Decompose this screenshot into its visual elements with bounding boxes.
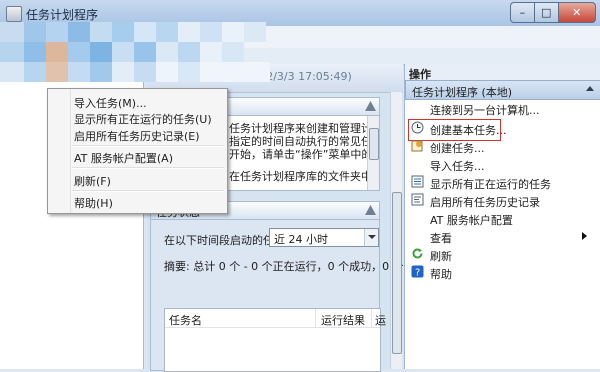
column-divider: [371, 309, 372, 327]
context-menu: 导入任务(M)... 显示所有正在运行的任务(U) 启用所有任务历史记录(E) …: [47, 88, 228, 214]
action-label: 显示所有正在运行的任务: [430, 178, 551, 191]
menu-separator: [72, 167, 224, 169]
menu-separator: [72, 190, 224, 192]
actions-section-header[interactable]: 任务计划程序 (本地): [405, 80, 600, 100]
close-button[interactable]: ✕: [557, 2, 596, 23]
action-enable-history[interactable]: 启用所有任务历史记录: [405, 191, 600, 209]
menu-item-refresh[interactable]: 刷新(F): [74, 173, 111, 189]
menu-gutter: [70, 89, 71, 213]
list-icon: [411, 175, 424, 188]
action-label: 创建任务...: [430, 142, 485, 155]
window-controls: – □ ✕: [510, 2, 596, 23]
history-icon: [411, 193, 424, 206]
actions-pane: 操作 任务计划程序 (本地) 连接到另一台计算机... 创建基本任务... 创建…: [404, 64, 600, 369]
menu-item-at-service[interactable]: AT 服务帐户配置(A): [74, 150, 173, 166]
collapse-icon[interactable]: [365, 101, 376, 111]
help-icon: ?: [411, 265, 424, 279]
action-connect-computer[interactable]: 连接到另一台计算机...: [405, 99, 600, 117]
collapse-up-icon[interactable]: [586, 86, 594, 91]
action-create-task[interactable]: 创建任务...: [405, 137, 600, 155]
time-range-value: 近 24 小时: [274, 233, 328, 246]
maximize-button[interactable]: □: [533, 2, 558, 23]
action-help[interactable]: ? 帮助: [405, 263, 600, 281]
action-refresh[interactable]: 刷新: [405, 245, 600, 263]
action-label: AT 服务帐户配置: [430, 214, 513, 227]
action-label: 刷新: [430, 250, 452, 263]
actions-section-title: 任务计划程序 (本地): [412, 86, 513, 99]
column-run[interactable]: 运: [375, 312, 386, 328]
action-view[interactable]: 查看: [405, 227, 600, 245]
action-label: 导入任务...: [430, 160, 485, 173]
action-label: 查看: [430, 232, 452, 245]
action-at-service[interactable]: AT 服务帐户配置: [405, 209, 600, 227]
column-divider: [315, 309, 316, 327]
table-header: 任务名 运行结果 运: [165, 309, 386, 328]
column-task-name[interactable]: 任务名: [169, 312, 202, 328]
task-table: 任务名 运行结果 运: [164, 308, 386, 372]
chevron-down-icon[interactable]: [364, 229, 378, 246]
action-import-task[interactable]: 导入任务...: [405, 155, 600, 173]
task-icon: [411, 139, 424, 152]
menu-item-import-task[interactable]: 导入任务(M)...: [74, 95, 147, 111]
collapse-icon[interactable]: [365, 205, 376, 215]
action-show-running[interactable]: 显示所有正在运行的任务: [405, 173, 600, 191]
overview-line: 指定的时间自动执行的常见任: [229, 135, 372, 148]
menu-item-enable-history[interactable]: 启用所有任务历史记录(E): [74, 128, 200, 144]
svg-text:?: ?: [415, 268, 420, 279]
overview-text: 任务计划程序来创建和管理计算 指定的时间自动执行的常见任 开始，请单击“操作”菜…: [229, 122, 380, 183]
scroll-thumb[interactable]: [369, 128, 379, 160]
menu-separator: [72, 145, 224, 147]
menu-item-help[interactable]: 帮助(H): [74, 195, 113, 211]
actions-header: 操作: [405, 64, 600, 81]
overview-line: 在任务计划程序库的文件夹中: [229, 170, 372, 183]
refresh-icon: [411, 247, 424, 260]
overview-scrollbar[interactable]: [367, 116, 379, 190]
menu-item-show-running[interactable]: 显示所有正在运行的任务(U): [74, 111, 212, 127]
obscured-region: [0, 8, 270, 86]
summary-line: 摘要: 总计 0 个 - 0 个正在运行，0 个成功，0 个...: [164, 260, 415, 273]
time-range-select[interactable]: 近 24 小时: [269, 228, 379, 247]
action-label: 启用所有任务历史记录: [430, 196, 540, 209]
minimize-button[interactable]: –: [510, 2, 534, 23]
center-scrollbar[interactable]: [390, 92, 402, 369]
action-label: 连接到另一台计算机...: [430, 104, 540, 117]
scroll-thumb[interactable]: [392, 192, 402, 354]
submenu-arrow-icon: [582, 232, 587, 240]
action-label: 帮助: [430, 268, 452, 281]
filter-label: 在以下时间段启动的任...: [164, 234, 285, 247]
overview-line: 开始，请单击“操作”菜单中的: [229, 148, 373, 161]
overview-line: 任务计划程序来创建和管理计算: [229, 122, 380, 135]
column-run-result[interactable]: 运行结果: [321, 312, 365, 328]
